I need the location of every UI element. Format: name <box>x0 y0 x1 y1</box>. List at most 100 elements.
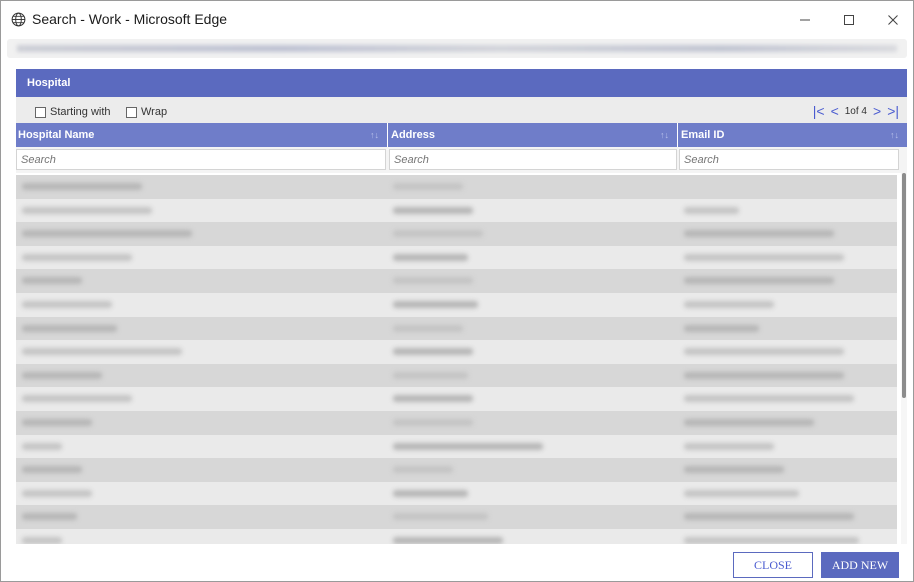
pager: |< < 1of 4 > >| <box>813 104 899 118</box>
results-grid <box>16 175 897 544</box>
hospital-search-dialog: Hospital Starting with Wrap |< < 1of 4 >… <box>16 69 907 544</box>
scrollbar-thumb[interactable] <box>902 173 906 398</box>
add-new-button[interactable]: ADD NEW <box>821 552 899 578</box>
blurred-hospital-name <box>22 442 62 450</box>
blurred-email <box>684 348 844 356</box>
title-bar: Search - Work - Microsoft Edge <box>1 1 913 39</box>
checkbox-box[interactable] <box>35 106 46 118</box>
column-header-hospital-name[interactable]: Hospital Name ↑↓ <box>16 123 388 147</box>
search-options-toolbar: Starting with Wrap |< < 1of 4 > >| <box>16 97 907 123</box>
blurred-hospital-name <box>22 253 132 261</box>
sort-icon[interactable]: ↑↓ <box>370 123 379 147</box>
blurred-email <box>684 418 814 426</box>
blurred-email <box>684 206 739 214</box>
blurred-address <box>393 300 478 308</box>
sort-icon[interactable]: ↑↓ <box>890 123 899 147</box>
minimize-button[interactable] <box>783 7 827 33</box>
blurred-email <box>684 277 834 285</box>
blurred-email <box>684 536 859 544</box>
browser-window: Search - Work - Microsoft Edge Hospital <box>0 0 914 582</box>
blurred-hospital-name <box>22 466 82 474</box>
table-row[interactable] <box>16 198 897 223</box>
blurred-address <box>393 183 463 190</box>
table-row[interactable] <box>16 316 897 341</box>
close-icon <box>888 15 898 25</box>
starting-with-label: Starting with <box>50 106 111 118</box>
blurred-hospital-name <box>22 395 132 403</box>
blurred-address <box>393 253 468 261</box>
starting-with-checkbox[interactable]: Starting with <box>35 106 111 118</box>
blurred-email <box>684 230 834 238</box>
wrap-label: Wrap <box>141 106 168 118</box>
email-search-input[interactable] <box>679 149 899 170</box>
blurred-address <box>393 206 473 214</box>
close-button[interactable]: CLOSE <box>733 552 813 578</box>
column-header-address[interactable]: Address ↑↓ <box>389 123 678 147</box>
blurred-address <box>393 489 468 497</box>
blurred-email <box>684 300 774 308</box>
hospital-name-search-input[interactable] <box>16 149 386 170</box>
wrap-checkbox[interactable]: Wrap <box>126 106 167 118</box>
blurred-address <box>393 513 488 521</box>
column-header-label: Hospital Name <box>18 129 95 141</box>
table-row[interactable] <box>16 505 897 529</box>
column-header-label: Email ID <box>681 129 725 141</box>
last-page-icon[interactable]: >| <box>887 104 899 118</box>
prev-page-icon[interactable]: < <box>831 104 839 118</box>
table-row[interactable] <box>16 410 897 435</box>
column-header-row: Hospital Name ↑↓ Address ↑↓ Email ID ↑↓ <box>16 123 907 147</box>
blurred-hospital-name <box>22 300 112 308</box>
minimize-icon <box>800 19 810 21</box>
blurred-address <box>393 442 543 450</box>
table-row[interactable] <box>16 434 897 459</box>
checkbox-box[interactable] <box>126 106 137 118</box>
blurred-hospital-name <box>22 277 82 285</box>
maximize-icon <box>844 15 854 25</box>
blurred-email <box>684 442 774 450</box>
table-row[interactable] <box>16 363 897 388</box>
table-row[interactable] <box>16 340 897 364</box>
blurred-hospital-name <box>22 230 192 238</box>
blurred-address <box>393 395 473 403</box>
table-row[interactable] <box>16 222 897 246</box>
maximize-button[interactable] <box>827 7 871 33</box>
address-bar[interactable] <box>7 39 907 58</box>
table-row[interactable] <box>16 269 897 293</box>
first-page-icon[interactable]: |< <box>813 104 825 118</box>
window-title: Search - Work - Microsoft Edge <box>32 11 228 27</box>
close-window-button[interactable] <box>871 7 914 33</box>
blurred-hospital-name <box>22 513 77 521</box>
blurred-hospital-name <box>22 418 92 426</box>
column-header-email-id[interactable]: Email ID ↑↓ <box>679 123 907 147</box>
blurred-hospital-name <box>22 348 182 356</box>
table-row[interactable] <box>16 458 897 482</box>
table-row[interactable] <box>16 387 897 411</box>
vertical-scrollbar[interactable] <box>901 173 907 544</box>
address-search-input[interactable] <box>389 149 677 170</box>
blurred-address <box>393 371 468 379</box>
table-row[interactable] <box>16 245 897 270</box>
table-row[interactable] <box>16 528 897 544</box>
blurred-hospital-name <box>22 536 62 544</box>
globe-icon <box>11 12 26 27</box>
blurred-address <box>393 348 473 356</box>
blurred-email <box>684 489 799 497</box>
blurred-email <box>684 253 844 261</box>
blurred-address <box>393 536 503 544</box>
blurred-email <box>684 324 759 332</box>
table-row[interactable] <box>16 481 897 506</box>
blurred-url <box>17 45 897 52</box>
blurred-email <box>684 371 844 379</box>
blurred-hospital-name <box>22 183 142 190</box>
blurred-address <box>393 324 463 332</box>
blurred-hospital-name <box>22 206 152 214</box>
next-page-icon[interactable]: > <box>873 104 881 118</box>
dialog-footer: CLOSE ADD NEW <box>1 544 913 581</box>
blurred-address <box>393 230 483 238</box>
table-row[interactable] <box>16 175 897 199</box>
dialog-header: Hospital <box>16 69 907 97</box>
blurred-address <box>393 277 473 285</box>
sort-icon[interactable]: ↑↓ <box>660 123 669 147</box>
blurred-address <box>393 466 453 474</box>
table-row[interactable] <box>16 292 897 317</box>
